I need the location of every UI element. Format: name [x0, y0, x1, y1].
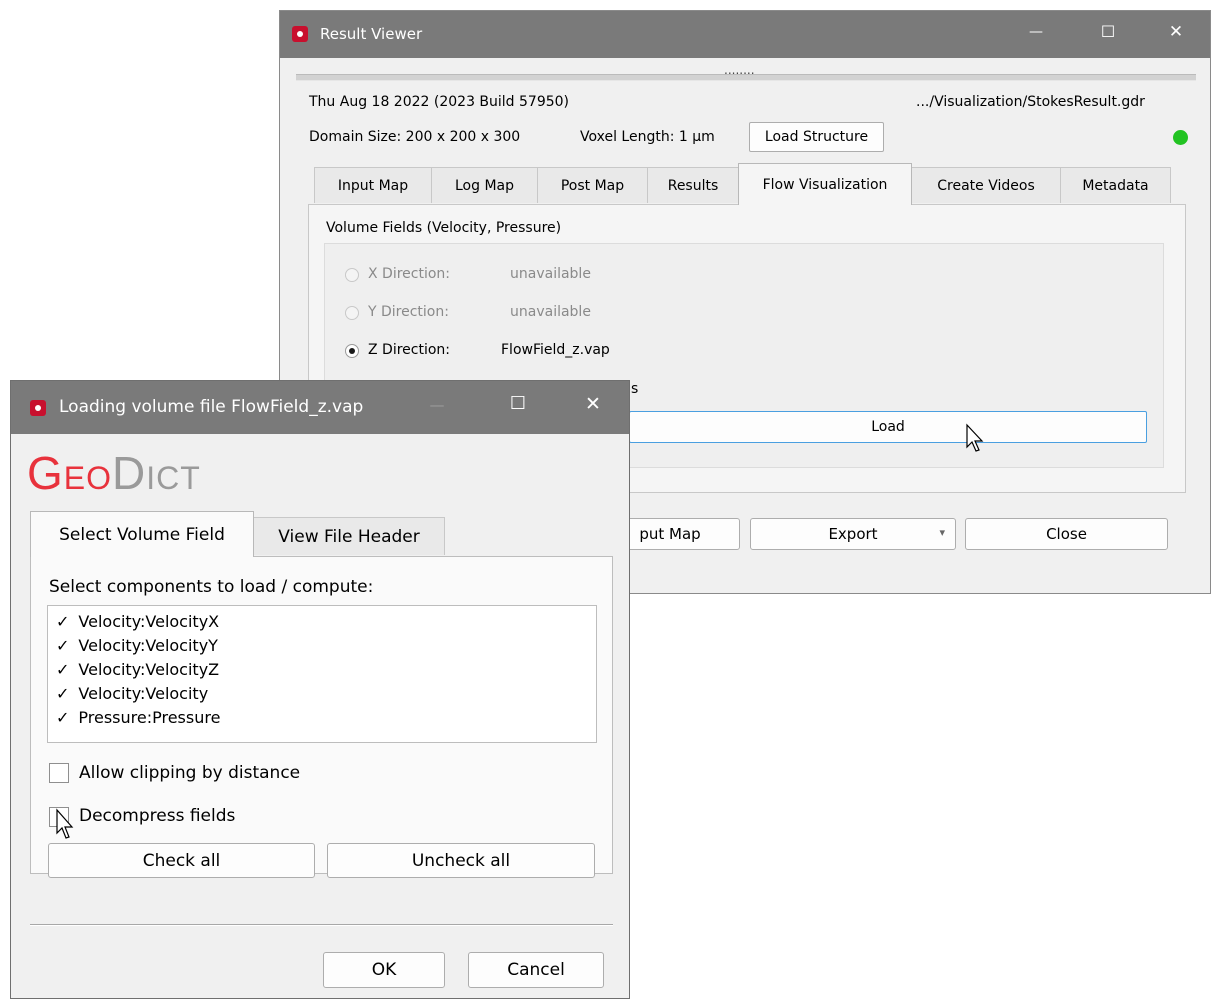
tab-log-map[interactable]: Log Map	[431, 167, 538, 203]
decompress-fields-label: Decompress fields	[79, 806, 236, 826]
check-icon: ✓	[56, 612, 70, 631]
dialog-title: Loading volume file FlowField_z.vap	[59, 397, 364, 417]
input-map-label: put Map	[639, 525, 701, 543]
splitter-grip: ........	[724, 63, 755, 77]
check-icon: ✓	[56, 660, 70, 679]
select-volume-field-panel: Select components to load / compute: ✓ Ve…	[30, 556, 613, 874]
list-item[interactable]: ✓ Velocity:Velocity	[56, 684, 208, 706]
ok-label: OK	[371, 960, 397, 980]
tab-label: Post Map	[560, 177, 625, 194]
ok-button[interactable]: OK	[323, 952, 445, 988]
dialog-separator	[30, 924, 613, 926]
status-indicator-icon	[1173, 130, 1188, 145]
component-label: Velocity:VelocityZ	[78, 660, 220, 679]
maximize-button[interactable]: ☐	[1088, 22, 1128, 41]
load-structure-button[interactable]: Load Structure	[749, 122, 884, 152]
uncheck-all-label: Uncheck all	[411, 850, 511, 871]
uncheck-all-button[interactable]: Uncheck all	[327, 843, 595, 878]
window-title: Result Viewer	[320, 25, 423, 43]
tab-results[interactable]: Results	[647, 167, 739, 203]
component-label: Velocity:VelocityY	[78, 636, 218, 655]
geodict-logo: GeoDict	[27, 450, 201, 496]
tab-label: Input Map	[337, 177, 409, 194]
list-item[interactable]: ✓ Velocity:VelocityZ	[56, 660, 219, 682]
load-button-label: Load	[871, 419, 905, 435]
tab-flow-visualization[interactable]: Flow Visualization	[738, 163, 912, 205]
check-icon: ✓	[56, 636, 70, 655]
component-label: Velocity:Velocity	[78, 684, 209, 703]
load-button[interactable]: Load	[629, 411, 1147, 443]
close-button[interactable]: ✕	[573, 393, 613, 415]
result-file-path: .../Visualization/StokesResult.gdr	[916, 94, 1145, 110]
tab-label: Log Map	[454, 177, 514, 194]
tab-metadata[interactable]: Metadata	[1060, 167, 1171, 203]
export-dropdown-button[interactable]: Export ▾	[750, 518, 956, 550]
tab-label: Results	[667, 177, 719, 194]
list-item[interactable]: ✓ Velocity:VelocityX	[56, 612, 219, 634]
app-logo-icon	[30, 400, 46, 416]
close-window-button[interactable]: Close	[965, 518, 1168, 550]
app-logo-icon	[292, 26, 308, 42]
allow-clipping-label: Allow clipping by distance	[79, 763, 301, 783]
radio-y-direction[interactable]	[345, 306, 359, 320]
tab-label: Flow Visualization	[762, 176, 888, 193]
radio-z-label: Z Direction:	[368, 342, 451, 358]
export-label: Export	[828, 525, 878, 543]
voxel-length-label: Voxel Length: 1 µm	[580, 129, 715, 145]
close-label: Close	[1046, 525, 1087, 543]
splitter-handle[interactable]: ........	[296, 63, 1196, 81]
tab-input-map[interactable]: Input Map	[314, 167, 432, 203]
partial-checkbox-label: s	[631, 381, 639, 397]
tab-label: Metadata	[1082, 177, 1149, 194]
tab-select-volume-field[interactable]: Select Volume Field	[30, 511, 254, 557]
mouse-pointer-icon	[56, 808, 74, 839]
loading-dialog-window: Loading volume file FlowField_z.vap — ☐ …	[10, 380, 630, 999]
mouse-pointer-icon	[966, 423, 984, 452]
maximize-button[interactable]: ☐	[498, 393, 538, 414]
radio-x-direction[interactable]	[345, 268, 359, 282]
date-build-label: Thu Aug 18 2022 (2023 Build 57950)	[309, 94, 570, 110]
logo-part-geo: Geo	[27, 447, 113, 499]
components-list[interactable]: ✓ Velocity:VelocityX ✓ Velocity:VelocityY …	[47, 605, 597, 743]
close-button[interactable]: ✕	[1156, 22, 1196, 42]
domain-size-label: Domain Size: 200 x 200 x 300	[309, 129, 521, 145]
radio-x-value: unavailable	[510, 266, 591, 282]
cancel-button[interactable]: Cancel	[468, 952, 604, 988]
tab-post-map[interactable]: Post Map	[537, 167, 648, 203]
minimize-button[interactable]: —	[417, 396, 457, 414]
radio-y-label: Y Direction:	[368, 304, 449, 320]
radio-y-value: unavailable	[510, 304, 591, 320]
check-all-button[interactable]: Check all	[48, 843, 315, 878]
tab-label: Create Videos	[937, 177, 1035, 194]
result-viewer-titlebar[interactable]: Result Viewer — ☐ ✕	[280, 11, 1210, 58]
check-icon: ✓	[56, 708, 70, 727]
tab-label: Select Volume Field	[59, 524, 225, 545]
check-all-label: Check all	[142, 850, 221, 871]
tab-label: View File Header	[278, 526, 420, 547]
components-section-label: Select components to load / compute:	[49, 577, 374, 597]
cancel-label: Cancel	[507, 960, 565, 980]
component-label: Velocity:VelocityX	[78, 612, 220, 631]
minimize-button[interactable]: —	[1016, 24, 1056, 40]
component-label: Pressure:Pressure	[78, 708, 221, 727]
loading-dialog-titlebar[interactable]: Loading volume file FlowField_z.vap — ☐ …	[11, 381, 629, 434]
radio-z-direction[interactable]	[345, 344, 359, 358]
tab-view-file-header[interactable]: View File Header	[253, 517, 445, 555]
radio-selected-dot	[349, 348, 355, 354]
allow-clipping-checkbox[interactable]	[49, 763, 69, 783]
check-icon: ✓	[56, 684, 70, 703]
logo-part-dict: Dict	[112, 447, 201, 499]
load-structure-label: Load Structure	[764, 129, 869, 145]
radio-x-label: X Direction:	[368, 266, 451, 282]
list-item[interactable]: ✓ Pressure:Pressure	[56, 708, 220, 730]
radio-z-value: FlowField_z.vap	[501, 342, 610, 358]
tab-create-videos[interactable]: Create Videos	[911, 167, 1061, 203]
chevron-down-icon: ▾	[939, 526, 945, 539]
list-item[interactable]: ✓ Velocity:VelocityY	[56, 636, 218, 658]
volume-fields-title: Volume Fields (Velocity, Pressure)	[326, 220, 562, 236]
